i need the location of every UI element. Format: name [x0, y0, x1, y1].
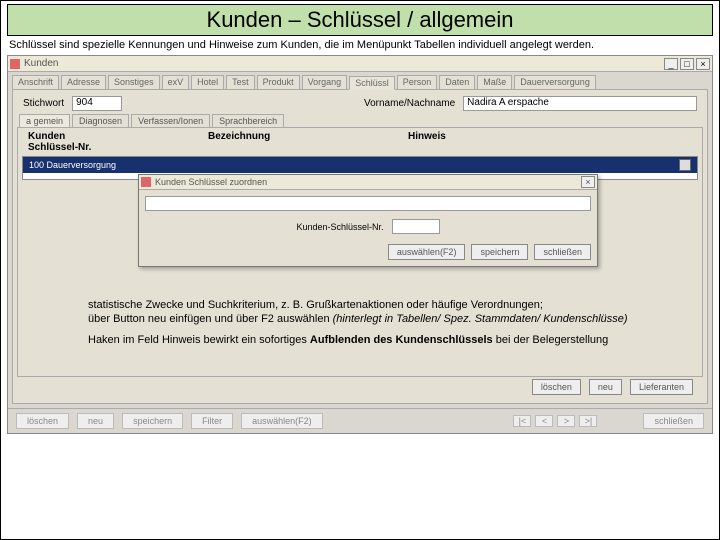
inner-tab-0[interactable]: a gemein	[19, 114, 70, 127]
footer-save-button[interactable]: speichern	[122, 413, 183, 429]
dialog-close-button[interactable]: ×	[581, 176, 595, 188]
field-stichwort[interactable]: 904	[72, 96, 122, 111]
panel-bottom-buttons: löschen neu Lieferanten	[27, 379, 693, 395]
footer-select-button[interactable]: auswählen(F2)	[241, 413, 323, 429]
footer-nav: |< < > >|	[513, 415, 597, 427]
outer-tab-10[interactable]: Daten	[439, 75, 475, 89]
dialog-key-input[interactable]	[392, 219, 440, 234]
col-bezeichnung: Bezeichnung	[208, 131, 408, 153]
nav-button-3[interactable]: >|	[579, 415, 597, 427]
panel-new-button[interactable]: neu	[589, 379, 622, 395]
dialog-titlebar: Kunden Schlüssel zuordnen ×	[139, 175, 597, 190]
window-title: Kunden	[24, 58, 58, 69]
footer-toolbar: löschen neu speichern Filter auswählen(F…	[8, 408, 712, 433]
intro-text: Schlüssel sind spezielle Kennungen und H…	[9, 39, 711, 51]
dialog-close-action-button[interactable]: schließen	[534, 244, 591, 260]
dialog-long-field[interactable]	[145, 196, 591, 211]
list-row[interactable]: 100 Dauerversorgung	[23, 157, 697, 173]
app-icon	[10, 59, 20, 69]
col-hinweis: Hinweis	[408, 131, 528, 153]
tab-panel: Stichwort 904 Vorname/Nachname Nadira A …	[12, 89, 708, 404]
footer-close-button[interactable]: schließen	[643, 413, 704, 429]
outer-tab-3[interactable]: exV	[162, 75, 190, 89]
outer-tab-1[interactable]: Adresse	[61, 75, 106, 89]
nav-button-1[interactable]: <	[535, 415, 553, 427]
outer-tab-2[interactable]: Sonstiges	[108, 75, 160, 89]
dialog-title: Kunden Schlüssel zuordnen	[155, 177, 267, 187]
note2-post: bei der Belegerstellung	[493, 334, 609, 346]
dialog-save-button[interactable]: speichern	[471, 244, 528, 260]
note2-bold: Aufblenden des Kundenschlüssels	[310, 334, 493, 346]
dialog-icon	[141, 177, 151, 187]
window-titlebar: Kunden _ □ ×	[8, 56, 712, 72]
outer-tab-8[interactable]: Schlüssl	[349, 76, 395, 90]
panel-suppliers-button[interactable]: Lieferanten	[630, 379, 693, 395]
nav-button-2[interactable]: >	[557, 415, 575, 427]
page-title: Kunden – Schlüssel / allgemein	[207, 7, 514, 32]
label-name: Vorname/Nachname	[364, 98, 455, 109]
note1-line2-ital: (hinterlegt in Tabellen/ Spez. Stammdate…	[333, 313, 628, 325]
footer-new-button[interactable]: neu	[77, 413, 114, 429]
outer-tab-11[interactable]: Maße	[477, 75, 512, 89]
hinweis-checkbox[interactable]	[679, 159, 691, 171]
outer-tab-0[interactable]: Anschrift	[12, 75, 59, 89]
inner-tab-1[interactable]: Diagnosen	[72, 114, 129, 127]
minimize-button[interactable]: _	[664, 58, 678, 70]
outer-tab-9[interactable]: Person	[397, 75, 438, 89]
outer-tab-12[interactable]: Dauerversorgung	[514, 75, 596, 89]
note1-line1: statistische Zwecke und Suchkriterium, z…	[88, 299, 543, 311]
footer-delete-button[interactable]: löschen	[16, 413, 69, 429]
col-schluessel-nr: Kunden Schlüssel-Nr.	[28, 131, 208, 153]
dialog-field-label: Kunden-Schlüssel-Nr.	[296, 222, 383, 232]
page-title-banner: Kunden – Schlüssel / allgemein	[7, 4, 713, 36]
note1-line2-pre: über Button neu einfügen und über F2 aus…	[88, 313, 333, 325]
panel-delete-button[interactable]: löschen	[532, 379, 581, 395]
close-button[interactable]: ×	[696, 58, 710, 70]
outer-tab-5[interactable]: Test	[226, 75, 255, 89]
dialog-body: Kunden-Schlüssel-Nr. auswählen(F2) speic…	[139, 190, 597, 266]
label-stichwort: Stichwort	[23, 98, 64, 109]
header-row: Stichwort 904 Vorname/Nachname Nadira A …	[23, 96, 697, 111]
assign-key-dialog: Kunden Schlüssel zuordnen × Kunden-Schlü…	[138, 174, 598, 267]
inner-tabstrip: a gemeinDiagnosenVerfassen/IonenSprachbe…	[19, 114, 701, 127]
outer-tab-7[interactable]: Vorgang	[302, 75, 348, 89]
note2-pre: Haken im Feld Hinweis bewirkt ein sofort…	[88, 334, 310, 346]
outer-tab-4[interactable]: Hotel	[191, 75, 224, 89]
maximize-button[interactable]: □	[680, 58, 694, 70]
column-headers: Kunden Schlüssel-Nr. Bezeichnung Hinweis	[18, 128, 702, 156]
list-row-text: 100 Dauerversorgung	[29, 160, 116, 170]
footer-filter-button[interactable]: Filter	[191, 413, 233, 429]
dialog-select-button[interactable]: auswählen(F2)	[388, 244, 466, 260]
inner-tab-2[interactable]: Verfassen/Ionen	[131, 114, 210, 127]
nav-button-0[interactable]: |<	[513, 415, 531, 427]
inner-panel: Kunden Schlüssel-Nr. Bezeichnung Hinweis…	[17, 127, 703, 377]
field-name[interactable]: Nadira A erspache	[463, 96, 697, 111]
inner-tab-3[interactable]: Sprachbereich	[212, 114, 284, 127]
notes-block: statistische Zwecke und Suchkriterium, z…	[88, 298, 643, 353]
app-window: Kunden _ □ × AnschriftAdresseSonstigesex…	[7, 55, 713, 434]
outer-tab-6[interactable]: Produkt	[257, 75, 300, 89]
outer-tabstrip: AnschriftAdresseSonstigesexVHotelTestPro…	[12, 75, 708, 89]
